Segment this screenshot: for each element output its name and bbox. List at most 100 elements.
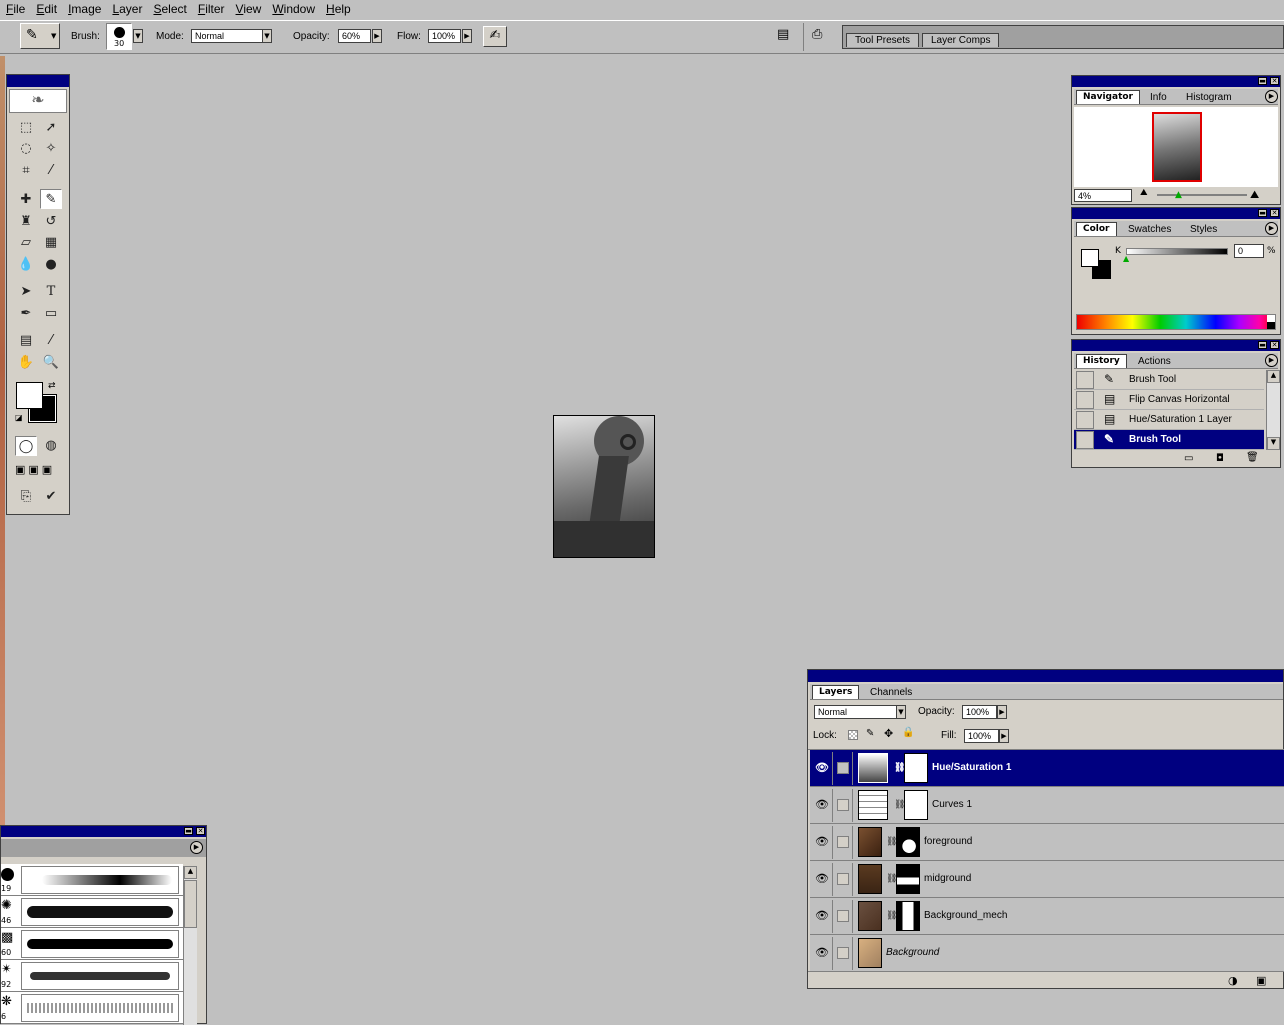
tab-color[interactable]: Color <box>1076 222 1117 236</box>
airbrush-toggle[interactable]: ✍ <box>483 26 507 47</box>
quick-mask-icon[interactable]: ◍ <box>40 436 62 456</box>
menu-layer[interactable]: Layer <box>106 2 147 16</box>
layer-thumb[interactable] <box>858 938 882 968</box>
opacity-input[interactable]: 60% <box>338 29 371 43</box>
clone-stamp-icon[interactable]: ♜ <box>15 212 37 232</box>
tab-history[interactable]: History <box>1076 354 1127 368</box>
history-item-selected[interactable]: ✎ Brush Tool <box>1074 430 1264 450</box>
visibility-eye-icon[interactable]: 👁 <box>812 863 833 896</box>
rectangle-tool-icon[interactable]: ▭ <box>40 304 62 324</box>
menu-edit[interactable]: Edit <box>30 2 62 16</box>
screen-mode-icons[interactable]: ▣▣▣ <box>15 463 55 476</box>
dodge-tool-icon[interactable]: ● <box>40 255 62 275</box>
color-foreground-swatch[interactable] <box>1081 249 1099 267</box>
layer-thumb[interactable] <box>858 901 882 931</box>
lock-transparency-icon[interactable] <box>848 730 858 740</box>
k-slider-thumb[interactable]: ▲ <box>1123 254 1129 263</box>
menu-select[interactable]: Select <box>147 2 191 16</box>
visibility-eye-icon[interactable]: 👁 <box>812 789 833 822</box>
layer-link-cell[interactable] <box>834 900 853 933</box>
zoom-in-icon[interactable]: ⛰ <box>1250 188 1259 202</box>
close-icon[interactable]: ✕ <box>1270 209 1279 217</box>
minimize-icon[interactable]: ▬ <box>1258 341 1267 349</box>
visibility-eye-icon[interactable]: 👁 <box>812 826 833 859</box>
notes-tool-icon[interactable]: ▤ <box>15 331 37 351</box>
brush-preset[interactable]: ▩ 60 <box>1 928 183 960</box>
tab-channels[interactable]: Channels <box>864 686 918 700</box>
slice-tool-icon[interactable]: ⁄ <box>40 161 62 181</box>
layer-row[interactable]: 👁 ⛓ Background_mech <box>810 898 1284 935</box>
minimize-icon[interactable]: ▬ <box>184 827 193 835</box>
visibility-eye-icon[interactable]: 👁 <box>812 937 833 970</box>
flow-input[interactable]: 100% <box>428 29 461 43</box>
layer-row[interactable]: 👁 ⛓ midground <box>810 861 1284 898</box>
history-scrollbar[interactable]: ▲ ▼ <box>1266 370 1280 450</box>
layer-mask-thumb[interactable] <box>904 790 928 820</box>
lock-pixels-icon[interactable]: ✎ <box>866 728 874 739</box>
brush-dropdown-button[interactable]: ▼ <box>133 29 143 43</box>
lasso-tool-icon[interactable]: ◌ <box>15 139 37 159</box>
crop-tool-icon[interactable]: ⌗ <box>15 161 37 181</box>
panel-menu-icon[interactable]: ▶ <box>1265 90 1278 103</box>
layer-mask-thumb[interactable] <box>896 827 920 857</box>
layer-link-cell[interactable] <box>834 937 853 970</box>
zoom-slider-track[interactable] <box>1157 194 1247 196</box>
fill-input[interactable]: 100% <box>964 729 999 743</box>
feather-logo[interactable]: ❧ <box>9 89 67 113</box>
navigator-titlebar[interactable]: ▬ ✕ <box>1072 76 1280 87</box>
zoom-tool-icon[interactable]: 🔍 <box>40 353 62 373</box>
new-snapshot-icon[interactable]: ◘ <box>1216 453 1224 464</box>
brush-picker[interactable]: 30 <box>106 23 132 50</box>
layer-thumb[interactable] <box>858 864 882 894</box>
history-source-checkbox[interactable] <box>1076 391 1094 409</box>
layer-link-cell[interactable] <box>834 863 853 896</box>
history-titlebar[interactable]: ▬ ✕ <box>1072 340 1280 351</box>
blend-mode-select[interactable]: Normal <box>814 705 898 719</box>
move-tool-icon[interactable]: ➚ <box>40 118 62 138</box>
close-icon[interactable]: ✕ <box>196 827 205 835</box>
scroll-thumb[interactable] <box>184 880 197 928</box>
path-selection-icon[interactable]: ➤ <box>15 282 37 302</box>
type-tool-icon[interactable]: T <box>40 282 62 302</box>
layer-row[interactable]: 👁 Background <box>810 935 1284 972</box>
new-layer-icon[interactable]: ▣ <box>1256 974 1266 987</box>
layer-mask-thumb[interactable] <box>896 864 920 894</box>
history-brush-icon[interactable]: ↺ <box>40 212 62 232</box>
tab-navigator[interactable]: Navigator <box>1076 90 1140 104</box>
layer-link-cell[interactable] <box>834 752 853 785</box>
visibility-eye-icon[interactable]: 👁 <box>812 752 833 785</box>
layer-thumb[interactable] <box>858 827 882 857</box>
healing-brush-icon[interactable]: ✚ <box>15 190 37 210</box>
lock-position-icon[interactable]: ✥ <box>884 727 893 740</box>
swap-colors-icon[interactable]: ⇄ <box>48 381 56 391</box>
history-item[interactable]: ▤ Flip Canvas Horizontal <box>1074 390 1264 410</box>
opacity-slider-button[interactable]: ▶ <box>372 29 382 43</box>
layers-titlebar[interactable] <box>808 670 1283 682</box>
tab-histogram[interactable]: Histogram <box>1180 91 1238 105</box>
mode-dropdown-button[interactable]: ▼ <box>262 29 272 43</box>
menu-help[interactable]: Help <box>320 2 356 16</box>
brush-preset[interactable]: 19 <box>1 864 183 896</box>
marquee-tool-icon[interactable]: ⬚ <box>15 118 37 138</box>
minimize-icon[interactable]: ▬ <box>1258 209 1267 217</box>
minimize-icon[interactable]: ▬ <box>1258 77 1267 85</box>
panel-menu-icon[interactable]: ▶ <box>190 841 203 854</box>
layer-row[interactable]: 👁 ⛓ Curves 1 <box>810 787 1284 824</box>
black-white-swatch[interactable] <box>1267 315 1275 329</box>
scroll-up-icon[interactable]: ▲ <box>1267 370 1280 383</box>
file-browser-button[interactable]: ▤ <box>777 27 793 45</box>
toggle-palettes-button[interactable]: ⎙ <box>812 27 830 45</box>
fill-slider-button[interactable]: ▶ <box>999 729 1009 743</box>
checkmark-icon[interactable]: ✔ <box>40 487 62 507</box>
flow-slider-button[interactable]: ▶ <box>462 29 472 43</box>
menu-image[interactable]: Image <box>62 2 106 16</box>
history-source-checkbox[interactable] <box>1076 371 1094 389</box>
foreground-color-swatch[interactable] <box>16 382 43 409</box>
standard-mode-icon[interactable]: ◯ <box>15 436 37 456</box>
jump-to-imageready-icon[interactable]: ⎘ <box>15 487 37 507</box>
close-icon[interactable]: ✕ <box>1270 77 1279 85</box>
menu-view[interactable]: View <box>230 2 267 16</box>
blur-tool-icon[interactable]: 💧 <box>15 255 37 275</box>
tab-tool-presets[interactable]: Tool Presets <box>846 33 920 47</box>
tab-layer-comps[interactable]: Layer Comps <box>922 33 1000 47</box>
